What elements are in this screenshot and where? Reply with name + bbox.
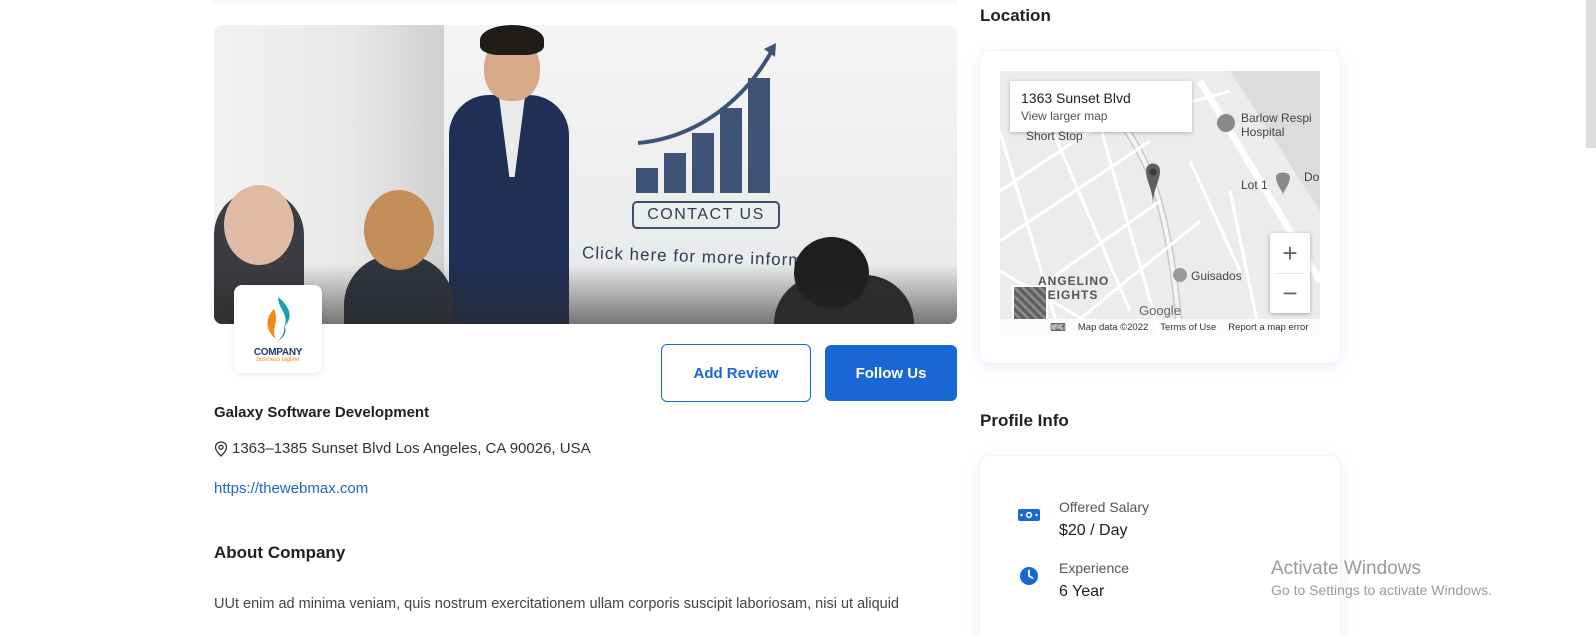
map-label-do: Do xyxy=(1304,170,1320,184)
banner-contact-text: CONTACT US xyxy=(632,201,780,229)
offered-salary-label: Offered Salary xyxy=(1059,499,1150,515)
money-icon xyxy=(1018,504,1040,526)
zoom-in-button[interactable]: + xyxy=(1270,233,1310,273)
activate-windows-subtitle: Go to Settings to activate Windows. xyxy=(1271,582,1492,598)
experience-row: Experience 6 Year xyxy=(1018,560,1129,601)
profile-info-heading: Profile Info xyxy=(980,411,1069,430)
location-card: 1363 Sunset Blvd View larger map Barlow … xyxy=(980,51,1340,363)
experience-value: 6 Year xyxy=(1059,583,1105,600)
logo-tagline: business tagline xyxy=(256,357,300,363)
map-info-window: 1363 Sunset Blvd View larger map xyxy=(1010,81,1192,132)
map-label-short-stop: Short Stop xyxy=(1026,129,1083,143)
about-company-text: UUt enim ad minima veniam, quis nostrum … xyxy=(214,596,899,612)
company-name: Galaxy Software Development xyxy=(214,404,430,421)
activate-windows-watermark: Activate Windows Go to Settings to activ… xyxy=(1271,558,1492,598)
add-review-button[interactable]: Add Review xyxy=(661,344,811,402)
offered-salary-value: $20 / Day xyxy=(1059,522,1128,539)
location-pin-icon xyxy=(214,440,228,457)
map-data-text: Map data ©2022 xyxy=(1077,321,1149,333)
map-info-address: 1363 Sunset Blvd xyxy=(1021,90,1131,106)
activate-windows-title: Activate Windows xyxy=(1271,558,1421,579)
zoom-out-button[interactable]: − xyxy=(1270,273,1310,313)
map-footer: ⌨ Map data ©2022 Terms of Use Report a m… xyxy=(1000,319,1320,335)
company-address-text: 1363–1385 Sunset Blvd Los Angeles, CA 90… xyxy=(232,440,591,457)
offered-salary-row: Offered Salary $20 / Day xyxy=(1018,499,1149,540)
page-scrollbar-thumb[interactable] xyxy=(1586,0,1596,148)
company-address: 1363–1385 Sunset Blvd Los Angeles, CA 90… xyxy=(214,440,591,457)
satellite-toggle[interactable] xyxy=(1012,285,1048,321)
growth-chart-graphic xyxy=(636,43,776,193)
google-logo: Google xyxy=(1139,303,1181,318)
keyboard-icon[interactable]: ⌨ xyxy=(1050,321,1066,334)
about-company-heading: About Company xyxy=(214,543,346,562)
company-logo: COMPANY business tagline xyxy=(234,285,322,373)
follow-us-button[interactable]: Follow Us xyxy=(825,345,957,401)
map-label-barlow: Barlow Respi Hospital xyxy=(1241,111,1312,139)
top-strip xyxy=(213,0,958,6)
experience-label: Experience xyxy=(1059,560,1130,576)
map-label-guisados: Guisados xyxy=(1191,269,1242,283)
google-map[interactable]: 1363 Sunset Blvd View larger map Barlow … xyxy=(1000,71,1320,335)
clock-icon xyxy=(1018,565,1040,587)
map-zoom-control: + − xyxy=(1270,233,1310,313)
location-heading: Location xyxy=(980,6,1051,25)
flame-logo-icon xyxy=(267,297,290,343)
map-label-angelino: ANGELINO HEIGHTS xyxy=(1038,274,1110,302)
company-website-link[interactable]: https://thewebmax.com xyxy=(214,480,368,497)
terms-of-use-link[interactable]: Terms of Use xyxy=(1160,322,1216,333)
view-larger-map-link[interactable]: View larger map xyxy=(1021,109,1181,123)
map-label-lot: Lot 1 xyxy=(1241,178,1268,192)
report-map-error-link[interactable]: Report a map error xyxy=(1228,322,1308,333)
profile-info-card: Offered Salary $20 / Day Experience 6 Ye… xyxy=(980,456,1340,635)
company-banner-image: CONTACT US Click here for more inform xyxy=(214,25,957,324)
